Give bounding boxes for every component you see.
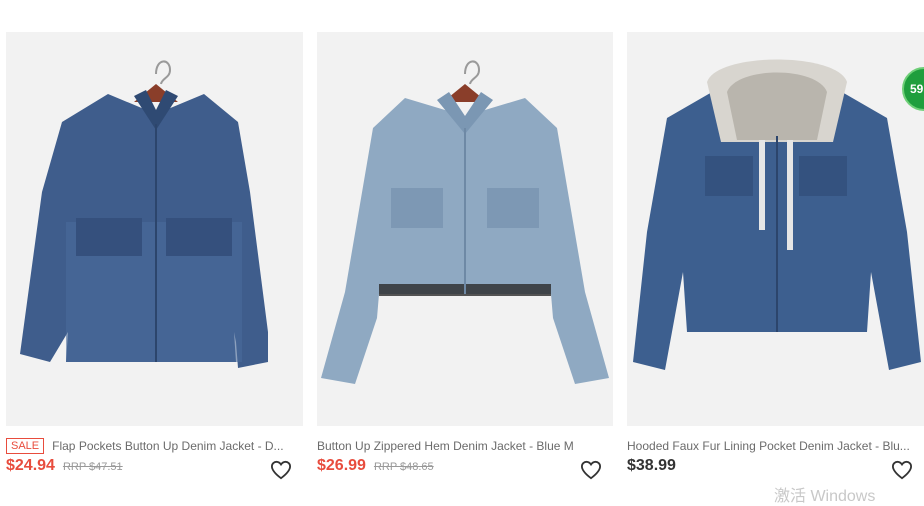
product-title[interactable]: Hooded Faux Fur Lining Pocket Denim Jack… <box>627 439 910 453</box>
product-price: $38.99 <box>627 457 676 474</box>
product-title[interactable]: Flap Pockets Button Up Denim Jacket - D.… <box>52 439 283 453</box>
product-price: $26.99 <box>317 457 366 474</box>
product-card[interactable]: SALE Flap Pockets Button Up Denim Jacket… <box>6 0 303 495</box>
price-row: $38.99 <box>627 457 676 479</box>
product-title-row: Button Up Zippered Hem Denim Jacket - Bl… <box>317 438 613 454</box>
windows-activation-watermark: 激活 Windows <box>774 488 876 505</box>
product-image[interactable] <box>627 32 924 426</box>
product-title-row: Hooded Faux Fur Lining Pocket Denim Jack… <box>627 438 924 454</box>
price-row: $24.94 RRP $47.51 <box>6 457 123 479</box>
rrp-price: RRP $48.65 <box>373 461 434 473</box>
price-row: $26.99 RRP $48.65 <box>317 457 434 479</box>
product-image[interactable] <box>6 32 303 426</box>
rrp-price: RRP $47.51 <box>62 461 123 473</box>
heart-outline-icon[interactable] <box>270 460 292 480</box>
product-price: $24.94 <box>6 457 55 474</box>
product-title-row: SALE Flap Pockets Button Up Denim Jacket… <box>6 438 303 454</box>
heart-outline-icon[interactable] <box>580 460 602 480</box>
product-title[interactable]: Button Up Zippered Hem Denim Jacket - Bl… <box>317 439 574 453</box>
badge-count: 59 <box>910 82 924 96</box>
product-card[interactable]: Button Up Zippered Hem Denim Jacket - Bl… <box>317 0 613 495</box>
heart-outline-icon[interactable] <box>891 460 913 480</box>
product-card[interactable]: Hooded Faux Fur Lining Pocket Denim Jack… <box>627 0 924 495</box>
product-image[interactable] <box>317 32 613 426</box>
sale-tag: SALE <box>6 438 45 454</box>
